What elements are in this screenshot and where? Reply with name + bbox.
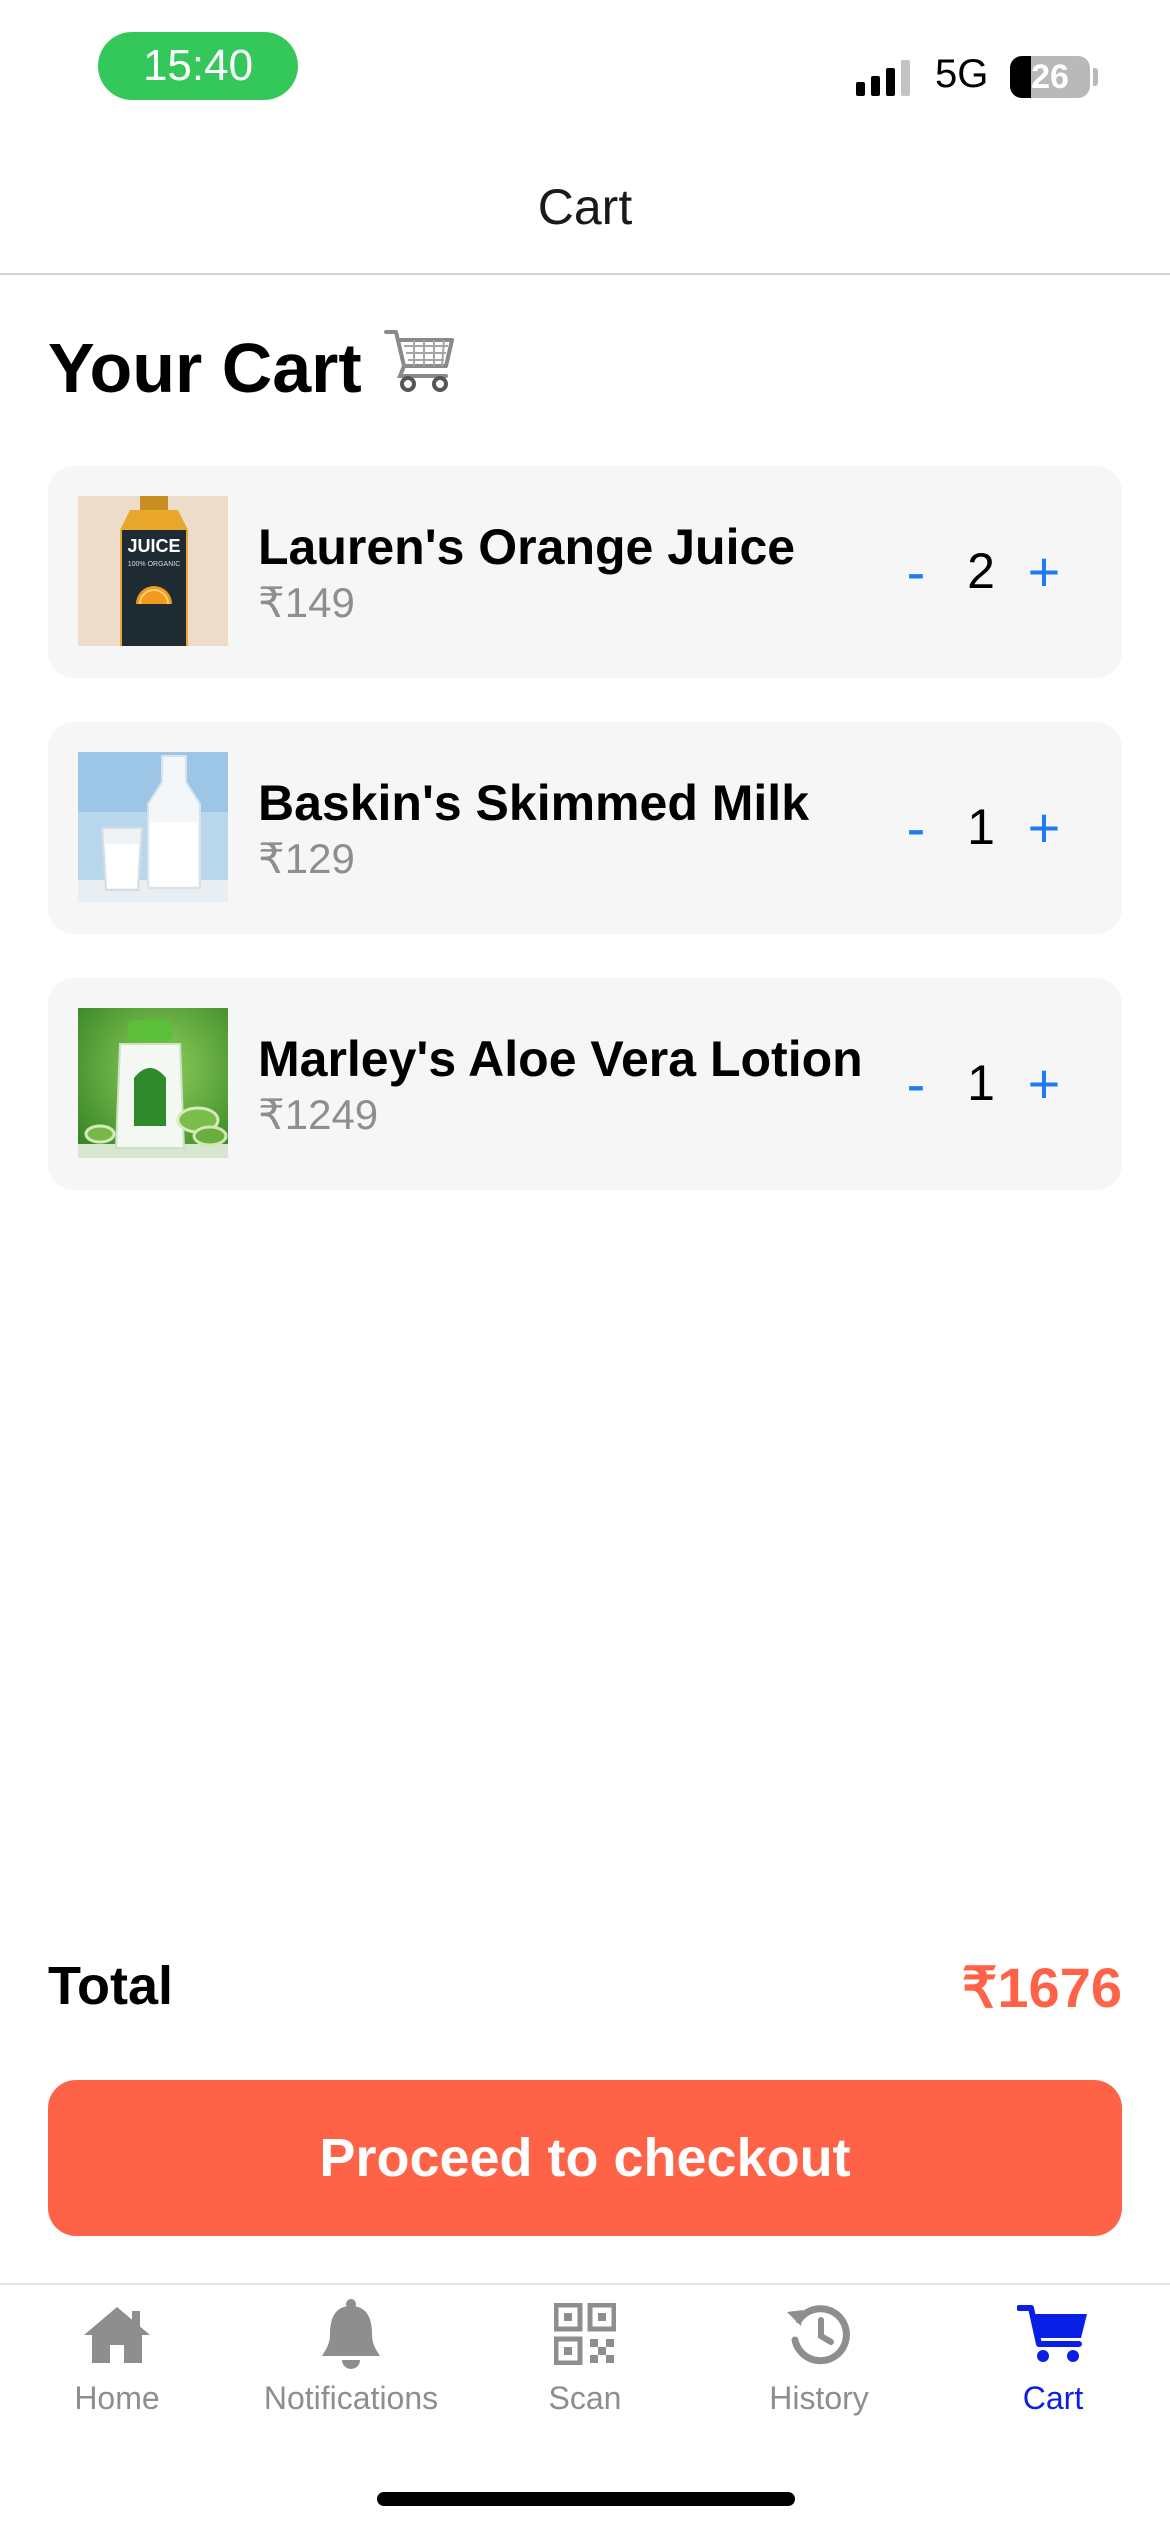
cart-item: Marley's Aloe Vera Lotion ₹1249 - 1 +	[48, 978, 1122, 1190]
orange-juice-image: JUICE 100% ORGANIC	[78, 496, 228, 646]
cellular-signal-icon	[856, 56, 910, 96]
cart-item: JUICE 100% ORGANIC Lauren's Orange Juice…	[48, 466, 1122, 678]
item-quantity: 1	[967, 799, 995, 855]
tab-history[interactable]: History	[702, 2298, 936, 2428]
home-icon	[81, 2298, 153, 2370]
battery-icon: 26	[1010, 56, 1090, 98]
milk-image	[78, 752, 228, 902]
page-title: Your Cart	[48, 322, 458, 414]
item-price: ₹129	[258, 835, 355, 882]
tab-scan[interactable]: Scan	[468, 2298, 702, 2428]
item-price: ₹149	[258, 579, 355, 626]
proceed-to-checkout-button[interactable]: Proceed to checkout	[48, 2080, 1122, 2236]
tab-label-history: History	[769, 2380, 869, 2416]
item-price: ₹1249	[258, 1091, 379, 1138]
tab-notifications[interactable]: Notifications	[234, 2298, 468, 2428]
tab-label-cart: Cart	[1022, 2380, 1084, 2416]
shopping-cart-emoji-icon	[382, 322, 458, 414]
tab-label-home: Home	[74, 2380, 160, 2416]
total-label: Total	[48, 1956, 173, 2016]
tab-bar-divider	[0, 2283, 1170, 2285]
tab-label-notifications: Notifications	[263, 2380, 439, 2416]
decrease-quantity-button[interactable]: -	[886, 536, 946, 606]
status-time: 15:40	[98, 32, 298, 100]
tab-cart[interactable]: Cart	[936, 2298, 1170, 2428]
tab-label-scan: Scan	[548, 2380, 622, 2416]
item-name: Lauren's Orange Juice	[258, 519, 796, 575]
increase-quantity-button[interactable]: +	[1014, 536, 1074, 606]
network-type: 5G	[935, 52, 989, 96]
item-quantity: 2	[967, 543, 995, 599]
nav-title: Cart	[537, 179, 633, 235]
cart-item: Baskin's Skimmed Milk ₹129 - 1 +	[48, 722, 1122, 934]
increase-quantity-button[interactable]: +	[1014, 792, 1074, 862]
home-indicator[interactable]	[377, 2492, 795, 2506]
total-value: ₹1676	[961, 1956, 1122, 2019]
item-name: Baskin's Skimmed Milk	[258, 775, 810, 831]
decrease-quantity-button[interactable]: -	[886, 1048, 946, 1118]
bell-icon	[315, 2298, 387, 2370]
juice-label-subtext: 100% ORGANIC	[128, 561, 181, 568]
header-divider	[0, 273, 1170, 275]
battery-percentage: 26	[1031, 57, 1069, 96]
aloe-vera-lotion-image	[78, 1008, 228, 1158]
item-quantity: 1	[967, 1055, 995, 1111]
increase-quantity-button[interactable]: +	[1014, 1048, 1074, 1118]
battery-tip	[1093, 68, 1098, 86]
item-name: Marley's Aloe Vera Lotion	[258, 1031, 863, 1087]
decrease-quantity-button[interactable]: -	[886, 792, 946, 862]
juice-label-text: JUICE	[127, 536, 180, 556]
cart-icon	[1017, 2298, 1089, 2370]
page-title-text: Your Cart	[48, 329, 362, 407]
tab-home[interactable]: Home	[0, 2298, 234, 2428]
history-icon	[783, 2298, 855, 2370]
qr-code-icon	[549, 2298, 621, 2370]
